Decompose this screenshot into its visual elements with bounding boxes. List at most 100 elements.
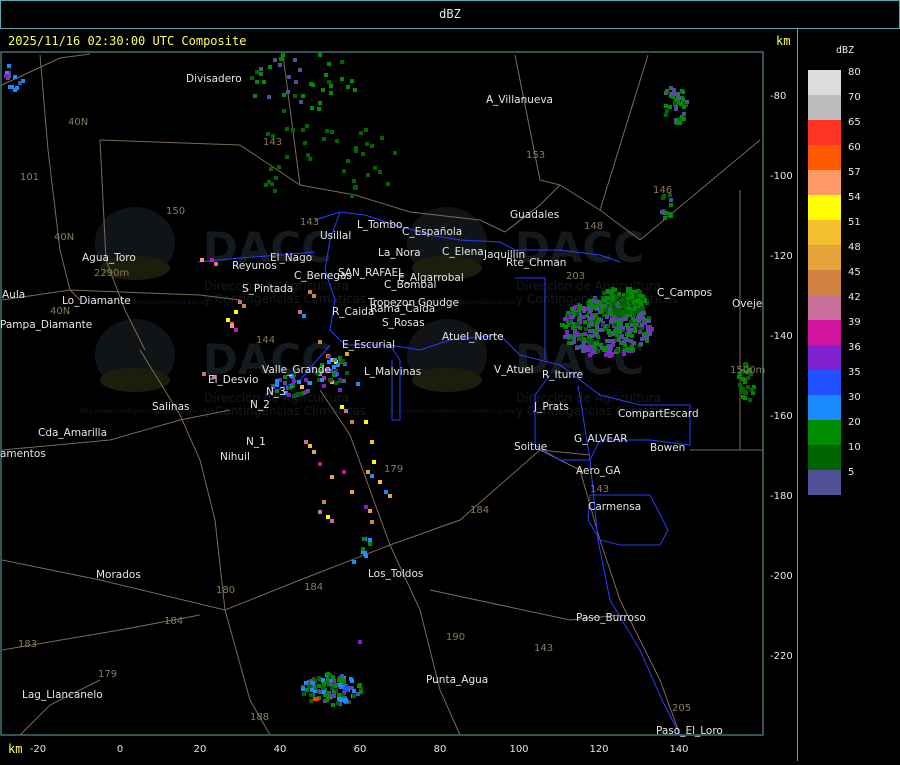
legend-swatch: [808, 95, 841, 120]
echo-cell: [345, 371, 349, 375]
echo-cell: [368, 538, 372, 542]
echo-cell: [620, 335, 624, 339]
radar-map[interactable]: DACC Dirección de Agricultura y Continge…: [0, 29, 798, 761]
dbz-legend: 80 70 65 60 57 54 51 48 45 42 39 36 35 30 20 10 5: [808, 67, 861, 495]
echo-cell: [342, 169, 346, 173]
echo-cell: [353, 186, 357, 190]
echo-cell: [322, 690, 326, 694]
x-tick-label: -20: [30, 744, 46, 755]
place-label: Paso_Burroso: [576, 612, 646, 624]
place-label: Oveje: [732, 298, 762, 310]
echo-cell: [750, 388, 754, 392]
window-title: dBZ: [439, 7, 461, 21]
place-label: CompartEscard: [618, 408, 699, 420]
echo-cell: [345, 352, 349, 356]
echo-cell: [378, 170, 382, 174]
echo-cell: [333, 358, 337, 362]
echo-cell: [677, 96, 681, 100]
echo-cell: [604, 353, 608, 357]
echo-cell: [748, 398, 752, 402]
echo-cell: [338, 379, 342, 383]
legend-label: 35: [848, 367, 861, 378]
echo-cell: [674, 107, 678, 111]
echo-cell: [302, 692, 306, 696]
echo-cell: [623, 343, 627, 347]
legend-label: 45: [848, 267, 861, 278]
echo-cell: [590, 351, 594, 355]
x-tick-label: 40: [274, 744, 287, 755]
legend-swatch: [808, 120, 841, 145]
echo-cell: [613, 329, 617, 333]
road-number: 179: [384, 464, 403, 475]
echo-cell: [599, 318, 603, 322]
echo-cell: [681, 90, 685, 94]
echo-cell: [362, 537, 366, 541]
echo-cell: [592, 299, 596, 303]
echo-cell: [582, 306, 586, 310]
echo-cell: [350, 420, 354, 424]
echo-cell: [340, 60, 344, 64]
legend-row: 70: [808, 92, 861, 120]
place-label: E_Escurial: [342, 339, 395, 351]
echo-cell: [331, 675, 335, 679]
echo-cell: [388, 494, 392, 498]
echo-cell: [308, 444, 312, 448]
place-label: R_Iturre: [542, 369, 583, 381]
legend-row: 57: [808, 167, 861, 195]
legend-swatch: [808, 420, 841, 445]
echo-cell: [350, 79, 354, 83]
echo-cell: [291, 128, 295, 132]
echo-cell: [644, 332, 648, 336]
echo-cell: [591, 306, 595, 310]
echo-cell: [669, 214, 673, 218]
echo-cell: [622, 352, 626, 356]
echo-cell: [292, 379, 296, 383]
echo-cell: [602, 291, 606, 295]
echo-cell: [625, 338, 629, 342]
place-label: Pampa_Diamante: [0, 319, 92, 331]
echo-cell: [324, 73, 328, 77]
echo-cell: [352, 179, 356, 183]
legend-label: 65: [848, 117, 861, 128]
place-label: Punta_Agua: [426, 674, 488, 686]
echo-cell: [669, 203, 673, 207]
y-tick-label: -100: [770, 171, 793, 182]
echo-cell: [301, 128, 305, 132]
road-number: 188: [250, 712, 269, 723]
echo-cell: [568, 319, 572, 323]
echo-cell: [335, 139, 339, 143]
echo-cell: [632, 313, 636, 317]
echo-cell: [302, 314, 306, 318]
echo-cell: [620, 302, 624, 306]
legend-label: 30: [848, 392, 861, 403]
echo-cell: [320, 378, 324, 382]
echo-cell: [318, 340, 322, 344]
legend-row: 20: [808, 417, 861, 445]
legend-label: 80: [848, 67, 861, 78]
echo-cell: [583, 332, 587, 336]
echo-cell: [615, 348, 619, 352]
echo-cell: [287, 75, 291, 79]
legend-row: 42: [808, 292, 861, 320]
x-tick-label: 80: [434, 744, 447, 755]
y-tick-label: -200: [770, 571, 793, 582]
echo-cell: [282, 109, 286, 113]
echo-cell: [343, 699, 347, 703]
echo-cell: [364, 505, 368, 509]
place-label: Goudge: [418, 297, 459, 309]
legend-label: 54: [848, 192, 861, 203]
echo-cell: [582, 342, 586, 346]
echo-cell: [329, 91, 333, 95]
echo-cell: [300, 385, 304, 389]
legend-label: 70: [848, 92, 861, 103]
legend-row: 30: [808, 392, 861, 420]
echo-cell: [609, 312, 613, 316]
echo-cell: [630, 304, 634, 308]
echo-cell: [575, 322, 579, 326]
echo-cell: [344, 409, 348, 413]
road-number: 40N: [50, 306, 70, 317]
echo-cell: [662, 211, 666, 215]
echo-cell: [269, 167, 273, 171]
echo-cell: [309, 82, 313, 86]
echo-cell: [596, 349, 600, 353]
